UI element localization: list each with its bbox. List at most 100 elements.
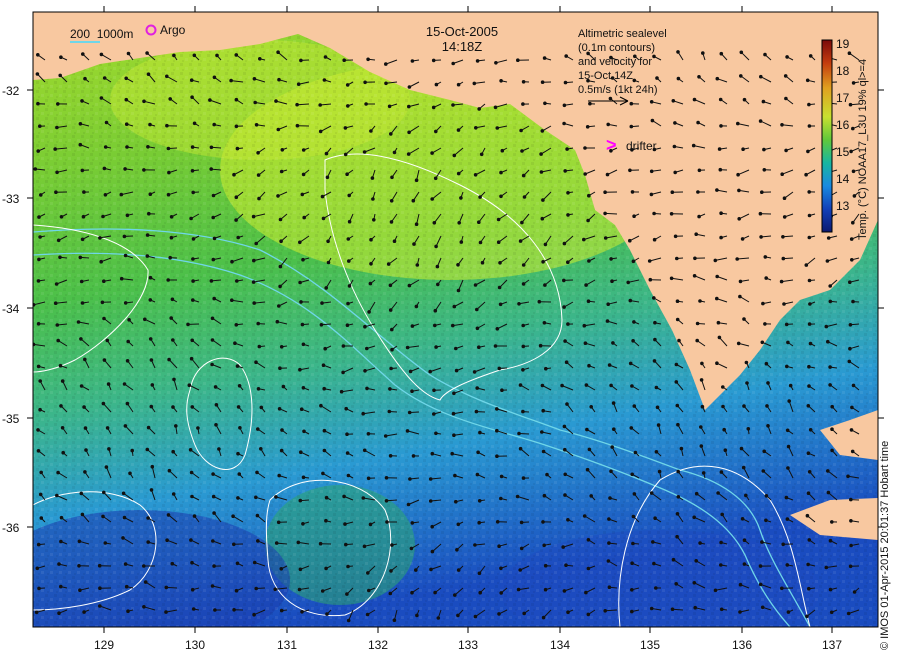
velocity-arrow-head: [81, 214, 86, 219]
velocity-arrow-head: [521, 263, 526, 267]
velocity-arrow-head: [606, 302, 611, 307]
velocity-arrow-head: [123, 167, 127, 171]
velocity-arrow-head: [607, 363, 612, 367]
velocity-arrow-head: [632, 78, 637, 83]
velocity-arrow-head: [497, 612, 501, 616]
velocity-arrow-head: [324, 566, 328, 571]
velocity-arrow-head: [656, 423, 661, 427]
velocity-arrow-head: [649, 192, 654, 197]
velocity-arrow-head: [102, 279, 106, 284]
velocity-arrow-head: [522, 611, 527, 616]
velocity-arrow-head: [97, 563, 102, 568]
velocity-arrow-head: [234, 97, 239, 102]
velocity-arrow-head: [34, 610, 39, 615]
velocity-arrow-head: [561, 545, 566, 549]
velocity-arrow-head: [38, 379, 43, 383]
velocity-arrow-head: [542, 543, 547, 548]
velocity-arrow-head: [762, 449, 767, 454]
velocity-arrow-head: [430, 549, 435, 554]
velocity-arrow-head: [209, 279, 214, 283]
velocity-arrow-head: [719, 51, 724, 56]
velocity-arrow-head: [609, 257, 613, 261]
velocity-arrow-head: [104, 465, 109, 469]
velocity-arrow-head: [38, 492, 43, 497]
velocity-arrow-head: [719, 563, 723, 567]
velocity-arrow-head: [56, 470, 60, 475]
velocity-arrow-head: [742, 97, 747, 102]
velocity-arrow-head: [628, 298, 633, 303]
velocity-arrow-head: [806, 149, 810, 154]
velocity-arrow-head: [408, 477, 412, 481]
velocity-arrow-head: [254, 495, 258, 500]
velocity-arrow-head: [301, 342, 306, 347]
velocity-arrow-head: [122, 382, 127, 386]
velocity-arrow-head: [603, 609, 608, 613]
velocity-arrow-head: [584, 383, 589, 387]
velocity-arrow-head: [603, 236, 608, 240]
velocity-arrow-head: [102, 76, 107, 80]
velocity-arrow-head: [694, 491, 699, 496]
velocity-arrow-head: [414, 568, 418, 572]
x-tick-label: 131: [277, 638, 297, 652]
velocity-arrow-head: [628, 361, 633, 366]
velocity-arrow-head: [761, 99, 766, 104]
velocity-arrow-head: [325, 175, 330, 180]
velocity-arrow-head: [186, 322, 190, 327]
velocity-arrow-head: [363, 324, 367, 329]
velocity-arrow-head: [146, 425, 151, 430]
velocity-arrow-head: [38, 407, 42, 412]
velocity-arrow-head: [125, 145, 129, 149]
velocity-arrow-head: [411, 454, 416, 458]
velocity-arrow-head: [410, 521, 415, 525]
isobath-legend-label: 200 1000m: [70, 27, 133, 41]
velocity-arrow-head: [539, 152, 543, 156]
velocity-arrow-head: [209, 145, 214, 150]
colorbar: [821, 39, 833, 233]
velocity-arrow-head: [322, 78, 327, 82]
velocity-arrow-head: [669, 276, 674, 281]
velocity-arrow-head: [389, 199, 394, 203]
velocity-arrow-head: [694, 232, 699, 236]
velocity-arrow-head: [692, 274, 697, 278]
velocity-arrow-head: [302, 215, 307, 220]
velocity-arrow-head: [829, 610, 834, 615]
velocity-arrow-head: [321, 471, 325, 476]
velocity-arrow-head: [516, 58, 520, 63]
velocity-arrow-head: [715, 76, 720, 81]
velocity-arrow-head: [59, 404, 63, 408]
velocity-arrow-head: [55, 323, 60, 327]
velocity-arrow-head: [478, 195, 482, 199]
velocity-arrow-head: [99, 259, 103, 264]
velocity-arrow-head: [125, 359, 130, 363]
velocity-arrow-head: [368, 281, 373, 286]
velocity-arrow-head: [252, 301, 256, 305]
velocity-arrow-head: [346, 564, 350, 569]
velocity-arrow-head: [169, 215, 174, 219]
velocity-arrow-head: [518, 568, 523, 572]
velocity-arrow-head: [298, 240, 302, 245]
velocity-arrow-head: [785, 517, 790, 521]
velocity-arrow-head: [498, 261, 502, 265]
velocity-arrow-head: [476, 450, 480, 455]
velocity-arrow-head: [80, 512, 85, 517]
velocity-arrow-head: [849, 237, 854, 241]
velocity-arrow-head: [36, 53, 40, 57]
velocity-arrow-head: [696, 120, 700, 125]
velocity-arrow-head: [79, 279, 84, 284]
velocity-arrow-head: [166, 513, 171, 517]
velocity-arrow-head: [477, 499, 482, 503]
velocity-arrow-head: [518, 383, 523, 387]
velocity-arrow-head: [784, 148, 788, 153]
velocity-arrow-head: [739, 74, 743, 78]
velocity-arrow-head: [742, 562, 747, 566]
velocity-arrow-head: [849, 428, 854, 432]
velocity-arrow-head: [433, 590, 437, 595]
velocity-arrow-head: [653, 337, 657, 342]
velocity-arrow-head: [499, 79, 503, 83]
velocity-arrow-head: [390, 347, 394, 352]
velocity-arrow-head: [105, 426, 110, 430]
velocity-arrow-head: [123, 424, 128, 428]
velocity-arrow-head: [78, 142, 83, 147]
velocity-arrow-head: [807, 124, 812, 128]
velocity-arrow-head: [852, 590, 857, 594]
